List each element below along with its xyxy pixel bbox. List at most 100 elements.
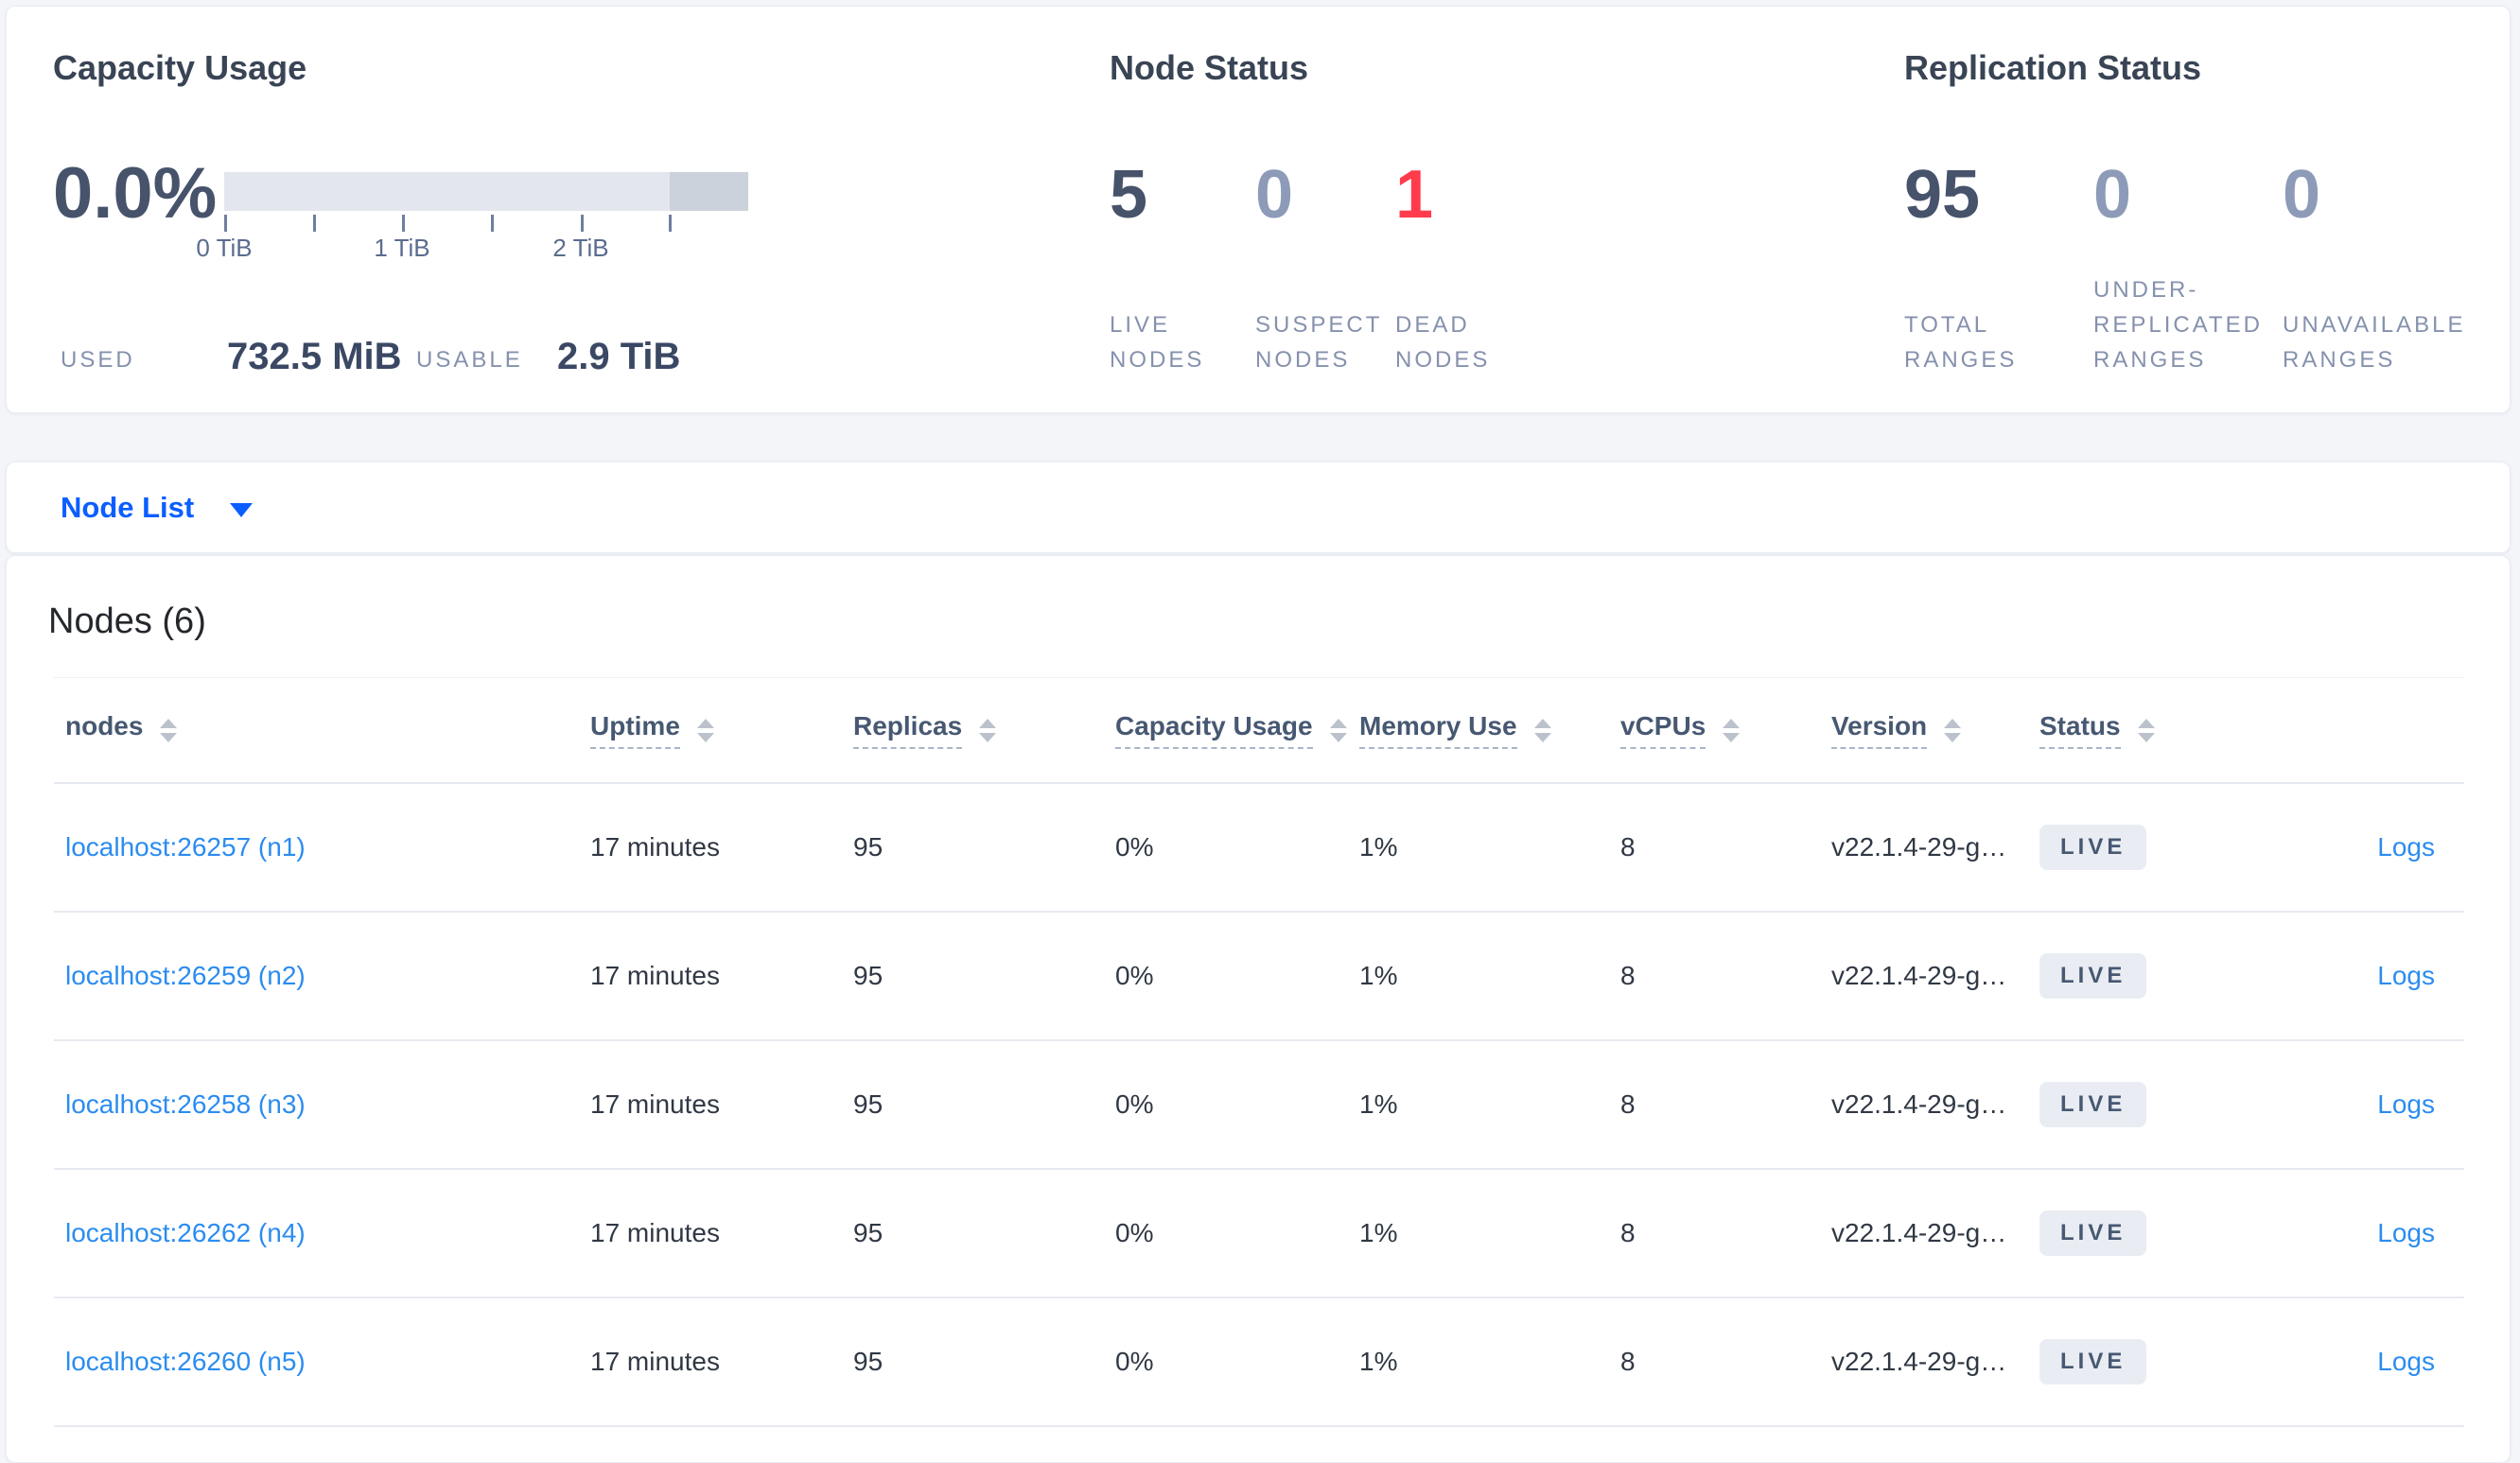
usable-value: 2.9 TiB: [557, 336, 681, 377]
nodes-table-title: Nodes (6): [48, 601, 206, 641]
sort-icon: [2137, 718, 2155, 742]
stat-value: 0: [1255, 157, 1294, 233]
capacity-axis-label: 0 TiB: [196, 234, 253, 262]
capacity-percent-value: 0.0%: [53, 153, 218, 234]
memory_use-cell: 1%: [1359, 961, 1398, 990]
memory_use-cell: 1%: [1359, 1089, 1398, 1119]
status-cell: LIVE: [2039, 825, 2377, 870]
column-header-uptime[interactable]: Uptime: [590, 711, 853, 749]
status-badge: LIVE: [2039, 825, 2147, 870]
replicas-cell: 95: [853, 1218, 884, 1247]
stat-label: LIVE NODES: [1110, 312, 1205, 373]
capacity-usage-title: Capacity Usage: [53, 48, 307, 87]
nodes-table-card: Nodes (6) nodes Uptime Replicas Capacity Us…: [6, 555, 2511, 1463]
status-badge: LIVE: [2039, 953, 2147, 999]
node-address-link[interactable]: localhost:26259 (n2): [65, 961, 590, 991]
column-header-label: nodes: [65, 711, 144, 740]
sort-icon: [160, 718, 178, 742]
node-list-dropdown-button[interactable]: Node List: [61, 490, 254, 525]
capacity-bar-reserved-segment: [669, 172, 748, 211]
table-row: localhost:26257 (n1) 17 minutes 95 0% 1% 8 v22…: [54, 784, 2464, 913]
status-badge: LIVE: [2039, 1339, 2147, 1385]
sort-icon: [696, 718, 714, 742]
stat-value: 5: [1110, 157, 1148, 233]
sort-icon: [1329, 718, 1347, 742]
capacity-axis-tick: [313, 215, 316, 232]
capacity-axis-tick: [402, 215, 405, 232]
vcpus-cell: 8: [1620, 1089, 1636, 1119]
logs-link[interactable]: Logs: [2377, 832, 2435, 862]
replicas-cell: 95: [853, 832, 884, 862]
table-row: localhost:26262 (n4) 17 minutes 95 0% 1% 8 v22…: [54, 1170, 2464, 1298]
sort-icon: [1723, 718, 1741, 742]
stat-label: TOTAL RANGES: [1904, 312, 2018, 373]
capacity-axis-tick: [491, 215, 494, 232]
stat-label: SUSPECT NODES: [1255, 312, 1382, 373]
sort-icon: [1533, 718, 1551, 742]
stat-label: UNAVAILABLE RANGES: [2283, 312, 2466, 373]
status-badge: LIVE: [2039, 1082, 2147, 1127]
capacity_usage-cell: 0%: [1115, 961, 1154, 990]
column-header-memory_use[interactable]: Memory Use: [1359, 711, 1620, 749]
column-header-capacity_usage[interactable]: Capacity Usage: [1115, 711, 1359, 749]
capacity-usage-bar: [224, 172, 748, 211]
vcpus-cell: 8: [1620, 1347, 1636, 1376]
status-badge: LIVE: [2039, 1210, 2147, 1256]
memory_use-cell: 1%: [1359, 1347, 1398, 1376]
usable-label: USABLE: [416, 347, 523, 373]
capacity-axis-tick: [669, 215, 672, 232]
capacity_usage-cell: 0%: [1115, 1347, 1154, 1376]
column-header-version[interactable]: Version: [1831, 711, 2039, 749]
nodes-table-body: localhost:26257 (n1) 17 minutes 95 0% 1% 8 v22…: [54, 784, 2464, 1427]
capacity-axis-tick: [224, 215, 227, 232]
table-row: localhost:26259 (n2) 17 minutes 95 0% 1% 8 v22…: [54, 913, 2464, 1041]
version-cell: v22.1.4-29-g…: [1831, 1347, 2007, 1376]
logs-link[interactable]: Logs: [2377, 961, 2435, 991]
uptime-cell: 17 minutes: [590, 1218, 720, 1247]
column-header-label: Version: [1831, 711, 1928, 749]
replicas-cell: 95: [853, 1089, 884, 1119]
logs-link[interactable]: Logs: [2377, 1089, 2435, 1120]
node-address-link[interactable]: localhost:26258 (n3): [65, 1089, 590, 1120]
capacity_usage-cell: 0%: [1115, 832, 1154, 862]
memory_use-cell: 1%: [1359, 1218, 1398, 1247]
logs-link[interactable]: Logs: [2377, 1347, 2435, 1377]
replicas-cell: 95: [853, 961, 884, 990]
logs-link[interactable]: Logs: [2377, 1218, 2435, 1248]
sort-icon: [1944, 718, 1962, 742]
replicas-cell: 95: [853, 1347, 884, 1376]
column-header-label: Memory Use: [1359, 711, 1517, 749]
used-label: USED: [61, 347, 135, 373]
status-cell: LIVE: [2039, 1082, 2377, 1127]
column-header-label: Uptime: [590, 711, 680, 749]
column-header-node[interactable]: nodes: [65, 711, 590, 749]
column-header-label: Status: [2039, 711, 2121, 749]
column-header-vcpus[interactable]: vCPUs: [1620, 711, 1831, 749]
chevron-down-icon: [230, 503, 254, 517]
used-value: 732.5 MiB: [227, 336, 402, 377]
table-row: localhost:26258 (n3) 17 minutes 95 0% 1% 8 v22…: [54, 1041, 2464, 1170]
nodes-table: nodes Uptime Replicas Capacity Usage Memory …: [54, 677, 2464, 1427]
capacity_usage-cell: 0%: [1115, 1089, 1154, 1119]
node-status-title: Node Status: [1110, 48, 1309, 87]
stat-value: 1: [1395, 157, 1434, 233]
column-header-status[interactable]: Status: [2039, 711, 2435, 749]
node-list-dropdown-label: Node List: [61, 490, 195, 524]
uptime-cell: 17 minutes: [590, 1347, 720, 1376]
node-address-link[interactable]: localhost:26262 (n4): [65, 1218, 590, 1248]
stat-label: DEAD NODES: [1395, 312, 1491, 373]
capacity-axis-tick: [581, 215, 584, 232]
nodes-table-header-row: nodes Uptime Replicas Capacity Usage Memory …: [54, 677, 2464, 784]
vcpus-cell: 8: [1620, 961, 1636, 990]
column-header-replicas[interactable]: Replicas: [853, 711, 1115, 749]
view-selector-bar: Node List: [6, 462, 2511, 553]
node-address-link[interactable]: localhost:26257 (n1): [65, 832, 590, 862]
sort-icon: [979, 718, 997, 742]
uptime-cell: 17 minutes: [590, 961, 720, 990]
node-address-link[interactable]: localhost:26260 (n5): [65, 1347, 590, 1377]
column-header-label: vCPUs: [1620, 711, 1706, 749]
vcpus-cell: 8: [1620, 1218, 1636, 1247]
stat-value: 0: [2283, 157, 2321, 233]
version-cell: v22.1.4-29-g…: [1831, 1089, 2007, 1119]
stat-label: UNDER-REPLICATED RANGES: [2093, 277, 2263, 373]
